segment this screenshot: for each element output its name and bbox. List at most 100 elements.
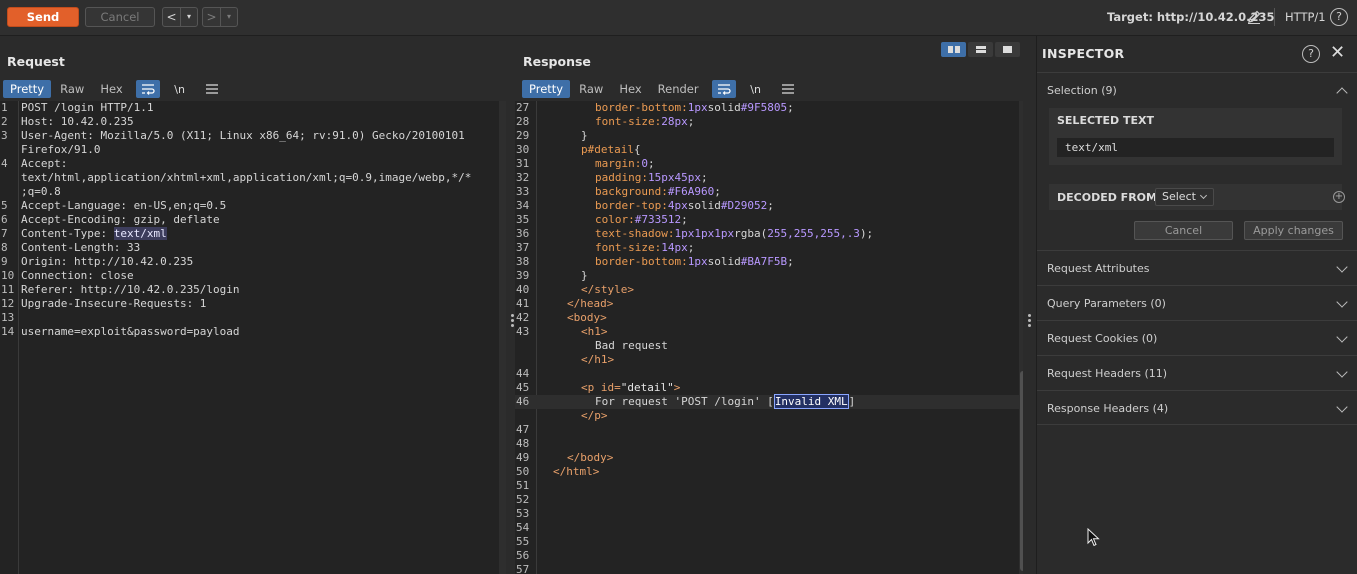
chevron-down-icon[interactable] xyxy=(1336,331,1348,343)
add-decoding-icon[interactable]: + xyxy=(1333,191,1345,203)
response-menu-icon[interactable] xyxy=(776,80,800,98)
response-line[interactable]: 53 xyxy=(515,507,1019,521)
request-tab-pretty[interactable]: Pretty xyxy=(3,80,52,98)
response-line[interactable]: 54 xyxy=(515,521,1019,535)
inspector-section-request-cookies[interactable]: Request Cookies (0) xyxy=(1037,320,1357,355)
back-arrow-icon[interactable]: < xyxy=(163,8,181,26)
response-line[interactable]: 38 border-bottom:1pxsolid#BA7F5B; xyxy=(515,255,1019,269)
layout-stacked-icon[interactable] xyxy=(968,42,993,57)
response-line[interactable]: 46 For request 'POST /login' [Invalid XML… xyxy=(515,394,1019,409)
forward-dropdown-icon[interactable]: ▾ xyxy=(221,8,237,26)
splitter-grip-icon[interactable] xyxy=(511,314,514,329)
inspector-section-query-parameters[interactable]: Query Parameters (0) xyxy=(1037,285,1357,320)
send-button[interactable]: Send xyxy=(7,7,79,27)
request-code[interactable]: 1 POST /login HTTP/1.1 2 Host: 10.42.0.235 3… xyxy=(0,101,499,339)
response-line[interactable]: 34 border-top:4pxsolid#D29052; xyxy=(515,199,1019,213)
decoded-from-select[interactable]: Select xyxy=(1155,188,1214,206)
request-tab-hex[interactable]: Hex xyxy=(93,80,129,98)
inspector-help-icon[interactable]: ? xyxy=(1302,45,1320,63)
response-editor[interactable]: 27 border-bottom:1pxsolid#9F5805; 28 font-s… xyxy=(515,101,1019,574)
request-line[interactable]: text/html,application/xhtml+xml,applicat… xyxy=(0,171,499,185)
response-line[interactable]: 49 </body> xyxy=(515,451,1019,465)
response-line[interactable]: 35 color:#733512; xyxy=(515,213,1019,227)
forward-arrow-icon[interactable]: > xyxy=(203,8,221,26)
history-forward-button[interactable]: > ▾ xyxy=(202,7,238,27)
response-show-newlines-icon[interactable]: \n xyxy=(744,80,768,98)
request-line[interactable]: ;q=0.8 xyxy=(0,185,499,199)
request-word-wrap-icon[interactable] xyxy=(135,80,160,98)
request-menu-icon[interactable] xyxy=(200,80,224,98)
response-line[interactable]: 33 background:#F6A960; xyxy=(515,185,1019,199)
request-line[interactable]: 10 Connection: close xyxy=(0,269,499,283)
chevron-down-icon[interactable] xyxy=(1336,401,1348,413)
request-line[interactable]: 7 Content-Type: text/xml xyxy=(0,227,499,241)
cancel-request-button[interactable]: Cancel xyxy=(85,7,155,27)
response-line[interactable]: 30 p#detail{ xyxy=(515,143,1019,157)
request-line[interactable]: 3 User-Agent: Mozilla/5.0 (X11; Linux x86… xyxy=(0,129,499,143)
response-line[interactable]: 29} xyxy=(515,129,1019,143)
response-line[interactable]: 52 xyxy=(515,493,1019,507)
response-inspector-splitter[interactable] xyxy=(1023,36,1036,574)
help-icon[interactable]: ? xyxy=(1330,8,1348,26)
response-line[interactable]: 51 xyxy=(515,479,1019,493)
response-line[interactable]: 27 border-bottom:1pxsolid#9F5805; xyxy=(515,101,1019,115)
request-line[interactable]: 9 Origin: http://10.42.0.235 xyxy=(0,255,499,269)
layout-tabs-icon[interactable] xyxy=(995,42,1020,57)
splitter-grip-icon[interactable] xyxy=(1028,314,1031,329)
inspector-section-response-headers[interactable]: Response Headers (4) xyxy=(1037,390,1357,425)
request-tab-raw[interactable]: Raw xyxy=(53,80,91,98)
response-line[interactable]: </p> xyxy=(515,409,1019,423)
request-editor[interactable]: 1 POST /login HTTP/1.1 2 Host: 10.42.0.235 3… xyxy=(0,101,499,574)
edit-target-pencil-icon[interactable] xyxy=(1246,9,1262,25)
response-line[interactable]: 48 xyxy=(515,437,1019,451)
response-line[interactable]: Bad request xyxy=(515,339,1019,353)
request-show-newlines-icon[interactable]: \n xyxy=(168,80,192,98)
response-line[interactable]: 28 font-size:28px; xyxy=(515,115,1019,129)
request-line[interactable]: 5 Accept-Language: en-US,en;q=0.5 xyxy=(0,199,499,213)
response-line[interactable]: 43 <h1> xyxy=(515,325,1019,339)
response-line[interactable]: 36 text-shadow:1px1px1pxrgba(255,255,255,… xyxy=(515,227,1019,241)
response-word-wrap-icon[interactable] xyxy=(711,80,736,98)
request-line[interactable]: 6 Accept-Encoding: gzip, deflate xyxy=(0,213,499,227)
response-line[interactable]: 40 </style> xyxy=(515,283,1019,297)
response-code[interactable]: 27 border-bottom:1pxsolid#9F5805; 28 font-s… xyxy=(515,101,1019,574)
response-line[interactable]: 56 xyxy=(515,549,1019,563)
response-line[interactable]: 55 xyxy=(515,535,1019,549)
response-line[interactable]: 41 </head> xyxy=(515,297,1019,311)
request-line[interactable]: 2 Host: 10.42.0.235 xyxy=(0,115,499,129)
response-line[interactable]: 42 <body> xyxy=(515,311,1019,325)
inspector-cancel-button[interactable]: Cancel xyxy=(1134,221,1233,240)
chevron-down-icon[interactable] xyxy=(1336,366,1348,378)
response-tab-raw[interactable]: Raw xyxy=(572,80,610,98)
back-dropdown-icon[interactable]: ▾ xyxy=(181,8,197,26)
request-line[interactable]: 13 xyxy=(0,311,499,325)
response-tab-render[interactable]: Render xyxy=(651,80,706,98)
response-line[interactable]: 47 xyxy=(515,423,1019,437)
apply-changes-button[interactable]: Apply changes xyxy=(1244,221,1343,240)
request-line[interactable]: 4 Accept: xyxy=(0,157,499,171)
response-line[interactable]: 44 xyxy=(515,367,1019,381)
response-line[interactable]: 45 <p id="detail"> xyxy=(515,381,1019,395)
selected-text-value[interactable]: text/xml xyxy=(1057,138,1334,157)
response-tab-pretty[interactable]: Pretty xyxy=(522,80,571,98)
request-line[interactable]: 14 username=exploit&password=payload xyxy=(0,325,499,339)
selection-header[interactable]: Selection (9) xyxy=(1047,84,1117,97)
response-tab-hex[interactable]: Hex xyxy=(612,80,648,98)
request-line[interactable]: 1 POST /login HTTP/1.1 xyxy=(0,101,499,115)
layout-side-by-side-icon[interactable] xyxy=(941,42,966,57)
response-line[interactable]: 39} xyxy=(515,269,1019,283)
response-line[interactable]: 57 xyxy=(515,563,1019,574)
request-line[interactable]: 8 Content-Length: 33 xyxy=(0,241,499,255)
response-line[interactable]: </h1> xyxy=(515,353,1019,367)
response-line[interactable]: 31 margin:0; xyxy=(515,157,1019,171)
request-line[interactable]: 11 Referer: http://10.42.0.235/login xyxy=(0,283,499,297)
response-line[interactable]: 37 font-size:14px; xyxy=(515,241,1019,255)
http-version-toggle[interactable]: HTTP/1 xyxy=(1285,10,1326,24)
chevron-down-icon[interactable] xyxy=(1336,296,1348,308)
inspector-close-icon[interactable]: ✕ xyxy=(1330,43,1345,63)
inspector-section-request-headers[interactable]: Request Headers (11) xyxy=(1037,355,1357,390)
response-line[interactable]: 32 padding:15px45px; xyxy=(515,171,1019,185)
chevron-up-icon[interactable] xyxy=(1336,87,1348,99)
inspector-section-request-attributes[interactable]: Request Attributes xyxy=(1037,250,1357,285)
chevron-down-icon[interactable] xyxy=(1336,261,1348,273)
